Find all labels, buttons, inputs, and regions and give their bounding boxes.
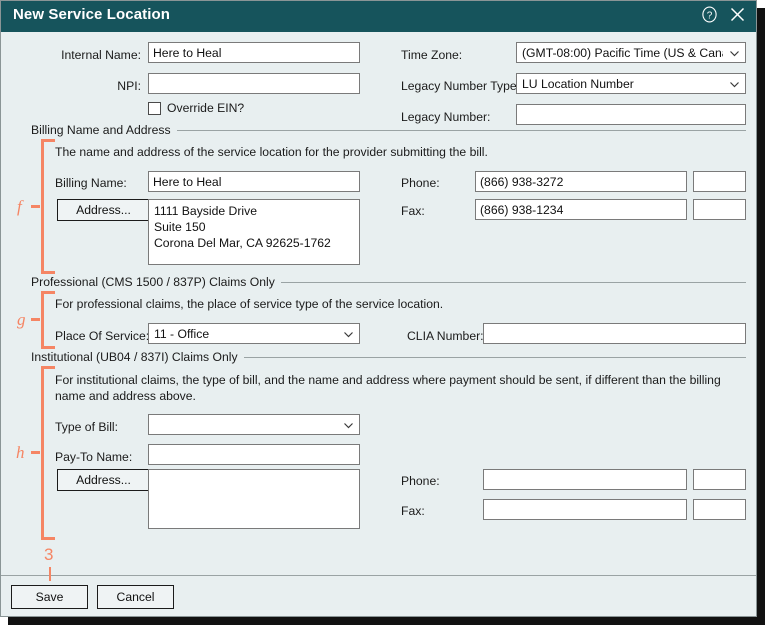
professional-group-description: For professional claims, the place of se… [55,297,444,311]
legacy-number-type-select[interactable]: LU Location Number [516,73,746,94]
save-button[interactable]: Save [11,585,88,609]
internal-name-label: Internal Name: [61,48,141,62]
window-shadow-bottom [8,617,765,625]
billing-address-value[interactable]: 1111 Bayside Drive Suite 150 Corona Del … [148,199,360,265]
override-ein-checkbox[interactable]: Override EIN? [148,101,244,115]
time-zone-value: (GMT-08:00) Pacific Time (US & Canada) [522,46,723,60]
annotation-bracket-f [41,139,55,274]
type-of-bill-select[interactable] [148,414,360,435]
legacy-number-type-value: LU Location Number [522,77,634,91]
legacy-number-input[interactable] [516,104,746,125]
dialog-footer: Save Cancel [1,575,756,616]
place-of-service-select[interactable]: 11 - Office [148,323,360,344]
override-ein-checkbox-box[interactable] [148,101,161,115]
pay-to-phone-input[interactable] [483,469,687,490]
billing-group-description: The name and address of the service loca… [55,145,488,159]
place-of-service-value: 11 - Office [154,327,210,341]
question-circle-icon[interactable]: ? [700,5,719,24]
pay-to-phone-ext-input[interactable] [693,469,746,490]
annotation-dash-h [31,451,40,454]
npi-label: NPI: [117,79,141,93]
close-icon[interactable] [728,5,747,24]
clia-number-input[interactable] [483,323,746,344]
type-of-bill-label: Type of Bill: [55,420,118,434]
place-of-service-label: Place Of Service: [55,329,150,343]
new-service-location-dialog: New Service Location ? Internal Name: NP… [0,0,757,617]
window-shadow-right [757,8,765,625]
legacy-number-label: Legacy Number: [401,110,491,124]
billing-name-label: Billing Name: [55,176,127,190]
chevron-down-icon [342,419,355,432]
titlebar: New Service Location ? [1,1,756,32]
pay-to-fax-input[interactable] [483,499,687,520]
window-buttons: ? [700,5,747,24]
npi-input[interactable] [148,73,360,94]
svg-text:?: ? [707,10,713,21]
time-zone-label: Time Zone: [401,48,463,62]
annotation-dash-f [31,205,40,208]
pay-to-name-label: Pay-To Name: [55,450,133,464]
override-ein-label: Override EIN? [167,101,245,115]
chevron-down-icon [342,328,355,341]
pay-to-phone-label: Phone: [401,474,440,488]
legacy-number-type-label: Legacy Number Type: [401,79,521,93]
institutional-group-description: For institutional claims, the type of bi… [55,373,721,403]
chevron-down-icon [728,47,741,60]
page-title: New Service Location [13,6,171,23]
clia-number-label: CLIA Number: [407,329,484,343]
pay-to-fax-ext-input[interactable] [693,499,746,520]
annotation-bracket-g [41,291,55,349]
billing-name-input[interactable] [148,171,360,192]
billing-phone-label: Phone: [401,176,440,190]
institutional-group-legend: Institutional (UB04 / 837I) Claims Only [31,350,244,364]
pay-to-name-input[interactable] [148,444,360,465]
dialog-content: Internal Name: NPI: Override EIN? Time Z… [1,32,756,575]
pay-to-address-value[interactable] [148,469,360,529]
cancel-button[interactable]: Cancel [97,585,174,609]
billing-phone-ext-input[interactable] [693,171,746,192]
billing-fax-label: Fax: [401,204,425,218]
professional-group-legend: Professional (CMS 1500 / 837P) Claims On… [31,275,281,289]
annotation-label-h: h [16,443,25,462]
billing-group-legend: Billing Name and Address [31,123,177,137]
annotation-bracket-h [41,366,55,540]
pay-to-fax-label: Fax: [401,504,425,518]
billing-phone-input[interactable] [475,171,687,192]
annotation-label-f: f [17,197,22,216]
annotation-label-g: g [17,310,26,329]
pay-to-address-button[interactable]: Address... [57,469,150,491]
billing-fax-ext-input[interactable] [693,199,746,220]
chevron-down-icon [728,78,741,91]
time-zone-select[interactable]: (GMT-08:00) Pacific Time (US & Canada) [516,42,746,63]
billing-fax-input[interactable] [475,199,687,220]
internal-name-input[interactable] [148,42,360,63]
billing-address-button[interactable]: Address... [57,199,150,221]
annotation-dash-g [31,318,40,321]
